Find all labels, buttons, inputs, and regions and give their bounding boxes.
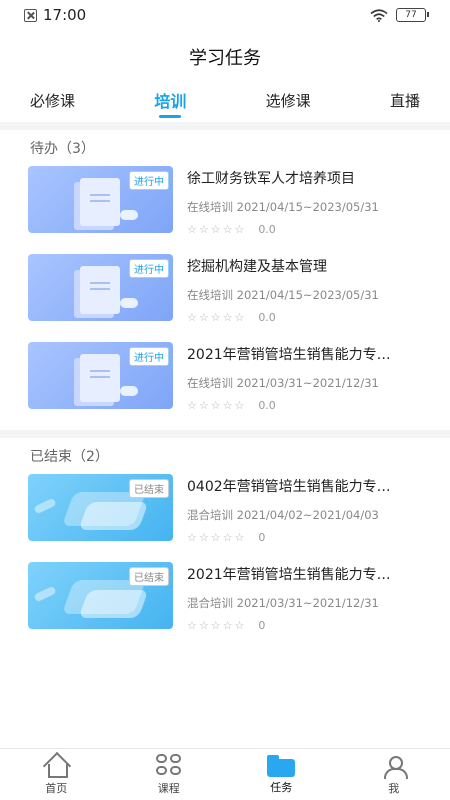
status-badge: 进行中 bbox=[129, 347, 169, 366]
course-rating: ☆☆☆☆☆ 0 bbox=[187, 619, 430, 632]
pill-illustration bbox=[120, 210, 138, 220]
section-title-finished: 已结束（2） bbox=[30, 449, 109, 465]
nav-label: 任务 bbox=[270, 780, 293, 794]
nav-me[interactable]: 我 bbox=[338, 749, 450, 800]
course-item[interactable]: 进行中 2021年营销管培生销售能力专… 在线培训 2021/03/31~202… bbox=[0, 342, 450, 430]
status-bar: 17:00 77 bbox=[0, 0, 450, 30]
nav-courses[interactable]: 课程 bbox=[113, 749, 226, 800]
course-title: 2021年营销管培生销售能力专… bbox=[187, 347, 391, 363]
pill-illustration bbox=[120, 386, 138, 396]
chip-illustration bbox=[33, 497, 57, 515]
course-thumbnail: 已结束 bbox=[28, 474, 173, 541]
course-meta: 混合培训 2021/03/31~2021/12/31 bbox=[187, 596, 379, 610]
folder-icon bbox=[267, 754, 296, 777]
course-thumbnail: 进行中 bbox=[28, 254, 173, 321]
rating-stars-icon: ☆☆☆☆☆ bbox=[187, 619, 247, 632]
course-meta: 在线培训 2021/04/15~2023/05/31 bbox=[187, 200, 379, 214]
course-item[interactable]: 已结束 0402年营销管培生销售能力专… 混合培训 2021/04/02~202… bbox=[0, 474, 450, 562]
course-title: 徐工财务铁军人才培养项目 bbox=[187, 171, 355, 187]
course-item[interactable]: 进行中 挖掘机构建及基本管理 在线培训 2021/04/15~2023/05/3… bbox=[0, 254, 450, 342]
course-thumbnail: 已结束 bbox=[28, 562, 173, 629]
rating-stars-icon: ☆☆☆☆☆ bbox=[187, 223, 247, 236]
section-title-pending: 待办（3） bbox=[30, 141, 95, 157]
course-info: 0402年营销管培生销售能力专… 混合培训 2021/04/02~2021/04… bbox=[187, 474, 430, 544]
nav-home[interactable]: 首页 bbox=[0, 749, 113, 800]
bottom-nav: 首页 课程 任务 我 bbox=[0, 748, 450, 800]
status-badge: 已结束 bbox=[129, 479, 169, 498]
course-meta: 在线培训 2021/04/15~2023/05/31 bbox=[187, 288, 379, 302]
nav-label: 首页 bbox=[45, 781, 68, 795]
course-title: 2021年营销管培生销售能力专… bbox=[187, 567, 391, 583]
course-rating: ☆☆☆☆☆ 0 bbox=[187, 531, 430, 544]
home-icon bbox=[42, 754, 70, 778]
tab-elective[interactable]: 选修课 bbox=[266, 78, 311, 122]
course-rating: ☆☆☆☆☆ 0.0 bbox=[187, 311, 430, 324]
course-info: 2021年营销管培生销售能力专… 在线培训 2021/03/31~2021/12… bbox=[187, 342, 430, 412]
tab-training[interactable]: 培训 bbox=[154, 78, 186, 122]
course-info: 2021年营销管培生销售能力专… 混合培训 2021/03/31~2021/12… bbox=[187, 562, 430, 632]
rating-stars-icon: ☆☆☆☆☆ bbox=[187, 399, 247, 412]
book-illustration bbox=[80, 266, 120, 314]
rating-score: 0 bbox=[258, 531, 266, 544]
status-badge: 进行中 bbox=[129, 171, 169, 190]
course-title: 挖掘机构建及基本管理 bbox=[187, 259, 327, 275]
wifi-icon bbox=[370, 8, 388, 22]
status-time: 17:00 bbox=[43, 6, 87, 24]
divider bbox=[0, 430, 450, 438]
status-badge: 已结束 bbox=[129, 567, 169, 586]
course-item[interactable]: 已结束 2021年营销管培生销售能力专… 混合培训 2021/03/31~202… bbox=[0, 562, 450, 650]
battery-icon: 77 bbox=[396, 8, 429, 22]
nav-tasks[interactable]: 任务 bbox=[225, 749, 338, 800]
grid-icon bbox=[155, 753, 183, 778]
status-right: 77 bbox=[370, 8, 429, 22]
rating-stars-icon: ☆☆☆☆☆ bbox=[187, 531, 247, 544]
rating-score: 0.0 bbox=[258, 399, 276, 412]
course-thumbnail: 进行中 bbox=[28, 342, 173, 409]
book-illustration bbox=[80, 178, 120, 226]
nav-label: 课程 bbox=[157, 781, 180, 795]
status-left: 17:00 bbox=[24, 6, 86, 24]
tab-bar: 必修课 培训 选修课 直播 bbox=[0, 78, 450, 122]
pill-illustration bbox=[120, 298, 138, 308]
course-rating: ☆☆☆☆☆ 0.0 bbox=[187, 399, 430, 412]
tab-live[interactable]: 直播 bbox=[390, 78, 420, 122]
rating-score: 0.0 bbox=[258, 311, 276, 324]
course-info: 挖掘机构建及基本管理 在线培训 2021/04/15~2023/05/31 ☆☆… bbox=[187, 254, 430, 324]
chip-illustration bbox=[33, 585, 57, 603]
divider bbox=[0, 122, 450, 130]
rating-stars-icon: ☆☆☆☆☆ bbox=[187, 311, 247, 324]
book-illustration bbox=[80, 354, 120, 402]
me-icon bbox=[380, 754, 408, 779]
course-title: 0402年营销管培生销售能力专… bbox=[187, 479, 391, 495]
tab-required[interactable]: 必修课 bbox=[30, 78, 75, 122]
notification-close-icon bbox=[24, 8, 37, 22]
rating-score: 0 bbox=[258, 619, 266, 632]
course-meta: 混合培训 2021/04/02~2021/04/03 bbox=[187, 508, 379, 522]
course-item[interactable]: 进行中 徐工财务铁军人才培养项目 在线培训 2021/04/15~2023/05… bbox=[0, 166, 450, 254]
course-rating: ☆☆☆☆☆ 0.0 bbox=[187, 223, 430, 236]
page-title: 学习任务 bbox=[189, 48, 261, 69]
nav-label: 我 bbox=[388, 781, 400, 795]
course-info: 徐工财务铁军人才培养项目 在线培训 2021/04/15~2023/05/31 … bbox=[187, 166, 430, 236]
course-meta: 在线培训 2021/03/31~2021/12/31 bbox=[187, 376, 379, 390]
rating-score: 0.0 bbox=[258, 223, 276, 236]
course-thumbnail: 进行中 bbox=[28, 166, 173, 233]
status-badge: 进行中 bbox=[129, 259, 169, 278]
